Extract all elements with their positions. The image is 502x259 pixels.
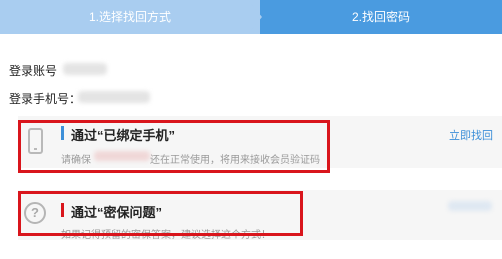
highlight-box-security-question (18, 191, 303, 236)
option-link-redacted (448, 201, 492, 211)
recover-now-link[interactable]: 立即找回 (449, 127, 493, 143)
phone-value-redacted (78, 91, 150, 103)
step-2-recover-password: 2.找回密码 (260, 0, 502, 34)
highlight-box-phone (18, 120, 330, 173)
step-1-label: 1.选择找回方式 (88, 10, 171, 24)
step-indicator: 1.选择找回方式 2.找回密码 (0, 0, 502, 34)
step-arrow-icon (248, 0, 262, 34)
step-2-label: 2.找回密码 (351, 10, 410, 24)
phone-label: 登录手机号： (9, 92, 82, 106)
username-value-redacted (63, 63, 107, 75)
step-1-choose-method: 1.选择找回方式 (0, 0, 260, 34)
username-label: 登录账号 (9, 64, 58, 78)
